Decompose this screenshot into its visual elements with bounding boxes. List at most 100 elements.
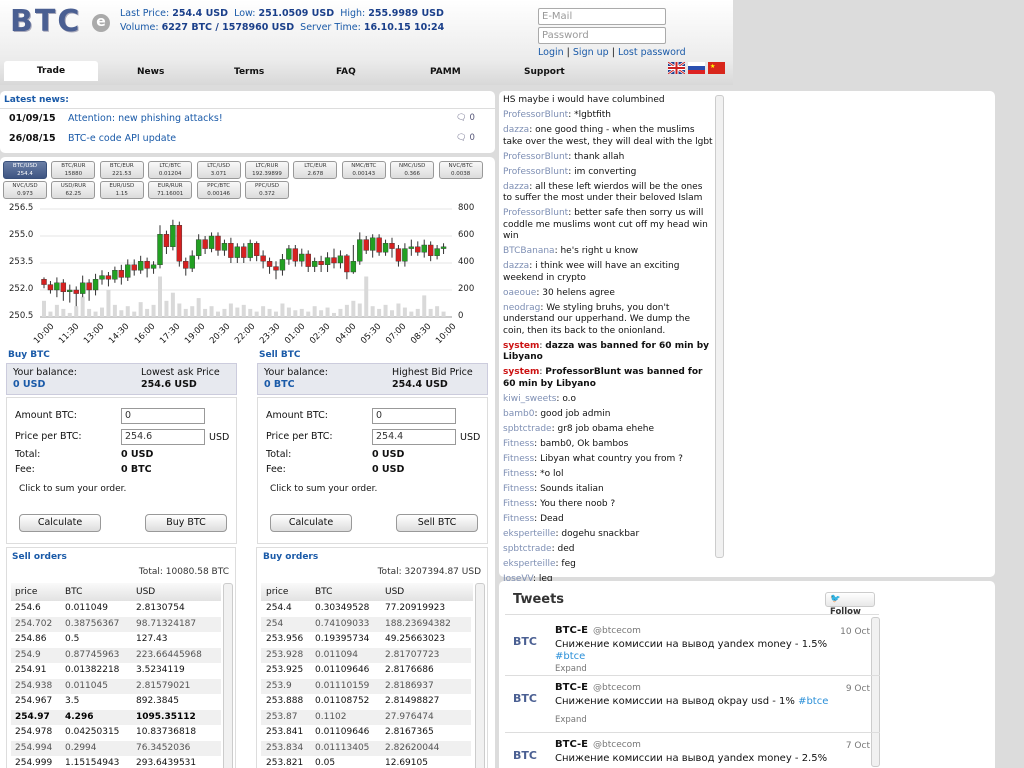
pair-button[interactable]: PPC/USD 0.372 <box>245 181 289 199</box>
chat-text: *lgbtfith <box>574 110 611 120</box>
pair-value: 192.39899 <box>252 170 282 177</box>
tweet-hashtag[interactable]: #btce <box>555 651 585 662</box>
pair-button[interactable]: BTC/EUR 221.53 <box>99 161 144 179</box>
buy-price-input[interactable]: 254.6 <box>121 429 205 445</box>
chat-username[interactable]: Fitness <box>503 454 534 464</box>
chat-text: feg <box>561 558 576 569</box>
chat-username[interactable]: ProfessorBlunt <box>503 152 568 162</box>
buy-calculate-button[interactable]: Calculate <box>19 514 101 532</box>
chat-username[interactable]: kiwi_sweets <box>503 394 556 404</box>
sell-calculate-button[interactable]: Calculate <box>270 514 352 532</box>
sell-price-input[interactable]: 254.4 <box>372 429 456 445</box>
tweet-date[interactable]: 9 Oct <box>846 684 870 694</box>
chat-username[interactable]: BTCBanana <box>503 246 555 256</box>
chat-username[interactable]: bamb0 <box>503 409 534 419</box>
pair-button[interactable]: LTC/RUR 192.39899 <box>245 161 289 179</box>
email-field[interactable]: E-Mail <box>538 8 666 25</box>
buy-btc-button[interactable]: Buy BTC <box>145 514 227 532</box>
pair-button[interactable]: LTC/USD 3.071 <box>196 161 241 179</box>
flag-ru-icon[interactable] <box>688 62 705 74</box>
tweet-date[interactable]: 7 Oct <box>846 741 870 751</box>
sell-amount-input[interactable]: 0 <box>372 408 456 424</box>
candle-body <box>195 239 202 256</box>
tab-faq[interactable]: FAQ <box>336 67 356 77</box>
chat-username[interactable]: Fitness <box>503 439 534 449</box>
lost-password-link[interactable]: Lost password <box>618 47 686 58</box>
chat-username[interactable]: Fitness <box>503 469 534 479</box>
table-cell: 254.938 <box>15 680 53 691</box>
candle-body <box>79 282 86 294</box>
table-cell: 0.01113405 <box>315 742 370 753</box>
tab-pamm[interactable]: PAMM <box>430 67 461 77</box>
pair-button[interactable]: USD/RUR 62.25 <box>51 181 96 199</box>
flag-cn-icon[interactable]: ★ <box>708 62 725 74</box>
tab-news[interactable]: News <box>137 67 164 77</box>
chat-username[interactable]: ProfessorBlunt <box>503 208 568 218</box>
tweet-author[interactable]: BTC-E <box>555 625 588 636</box>
tweet-handle[interactable]: @btcecom <box>593 683 641 693</box>
y-right-tick: 800 <box>458 203 475 213</box>
tweet-author[interactable]: BTC-E <box>555 739 588 750</box>
chat-username[interactable]: Fitness <box>503 499 534 509</box>
flag-uk-icon[interactable] <box>668 62 685 74</box>
logo[interactable]: BTC <box>10 4 81 39</box>
chat-username[interactable]: dazza <box>503 182 529 192</box>
password-field[interactable]: Password <box>538 27 666 44</box>
chat-username[interactable]: oaeoue <box>503 288 536 298</box>
chat-username[interactable]: spbtctrade <box>503 544 552 554</box>
login-link[interactable]: Login <box>538 47 564 58</box>
pair-button[interactable]: PPC/BTC 0.00146 <box>196 181 241 199</box>
tweet-date[interactable]: 10 Oct <box>840 627 870 637</box>
table-cell: 49.25663023 <box>385 634 446 644</box>
pair-button[interactable]: EUR/USD 1.15 <box>99 181 144 199</box>
tweet-expand[interactable]: Expand <box>555 664 587 674</box>
pair-button[interactable]: BTC/USD 254.4 <box>3 161 47 179</box>
buy-orders-scrollbar[interactable] <box>475 583 485 768</box>
tweet-hashtag[interactable]: #btce <box>798 696 828 707</box>
tweet-avatar: BTC <box>513 749 537 762</box>
chat-username[interactable]: dazza <box>503 125 529 135</box>
tweet[interactable]: BTC BTC-E @btcecom 10 Oct Снижение комиссии … <box>505 621 880 676</box>
tweet-author[interactable]: BTC-E <box>555 682 588 693</box>
chat-username[interactable]: eksperteille <box>503 559 556 569</box>
pair-button[interactable]: LTC/EUR 2.678 <box>293 161 338 179</box>
chat-username[interactable]: spbtctrade <box>503 424 552 434</box>
tweet[interactable]: BTC BTC-E @btcecom 7 Oct Снижение комиссии н… <box>505 735 880 768</box>
pair-button[interactable]: NVC/USD 0.973 <box>3 181 47 199</box>
chat-messages: HS maybe i would have columbined Professo… <box>503 95 713 604</box>
chat-scrollbar[interactable] <box>715 95 724 558</box>
chat-username[interactable]: Fitness <box>503 484 534 494</box>
pair-button[interactable]: BTC/RUR 15880 <box>51 161 96 179</box>
chat-username[interactable]: neodrag <box>503 303 540 313</box>
tweet-handle[interactable]: @btcecom <box>593 626 641 636</box>
chat-username[interactable]: ProfessorBlunt <box>503 110 568 120</box>
news-link[interactable]: Attention: new phishing attacks! <box>68 113 223 124</box>
tweet-handle[interactable]: @btcecom <box>593 740 641 750</box>
signup-link[interactable]: Sign up <box>573 47 609 58</box>
follow-button[interactable]: 🐦 Follow <box>825 592 875 617</box>
candle-body <box>67 289 73 292</box>
news-link[interactable]: BTC-e code API update <box>68 133 176 144</box>
comment-count[interactable]: 🗨 0 <box>456 113 475 123</box>
chat-username[interactable]: ProfessorBlunt <box>503 167 568 177</box>
buy-amount-input[interactable]: 0 <box>121 408 205 424</box>
volume-bar <box>151 304 156 317</box>
chat-username[interactable]: Fitness <box>503 514 534 524</box>
comment-count[interactable]: 🗨 0 <box>456 133 475 143</box>
sell-orders-scrollbar[interactable] <box>223 583 233 768</box>
table-row[interactable] <box>11 601 221 616</box>
chat-text: i think wee will have an exciting weeken… <box>503 261 680 283</box>
sell-btc-button[interactable]: Sell BTC <box>396 514 478 532</box>
tweet[interactable]: BTC BTC-E @btcecom 9 Oct Снижение комиссии н… <box>505 678 880 733</box>
tab-terms[interactable]: Terms <box>234 67 264 77</box>
pair-button[interactable]: EUR/RUR 71.16001 <box>148 181 193 199</box>
pair-button[interactable]: NMC/USD 0.366 <box>390 161 435 179</box>
tab-trade[interactable]: Trade <box>4 61 98 81</box>
chat-username[interactable]: eksperteille <box>503 529 556 539</box>
tweet-expand[interactable]: Expand <box>555 715 587 725</box>
pair-button[interactable]: NMC/BTC 0.00143 <box>341 161 386 179</box>
pair-button[interactable]: LTC/BTC 0.01204 <box>148 161 193 179</box>
chat-username[interactable]: dazza <box>503 261 529 271</box>
pair-button[interactable]: NVC/BTC 0.0038 <box>438 161 483 179</box>
tab-support[interactable]: Support <box>524 67 565 77</box>
